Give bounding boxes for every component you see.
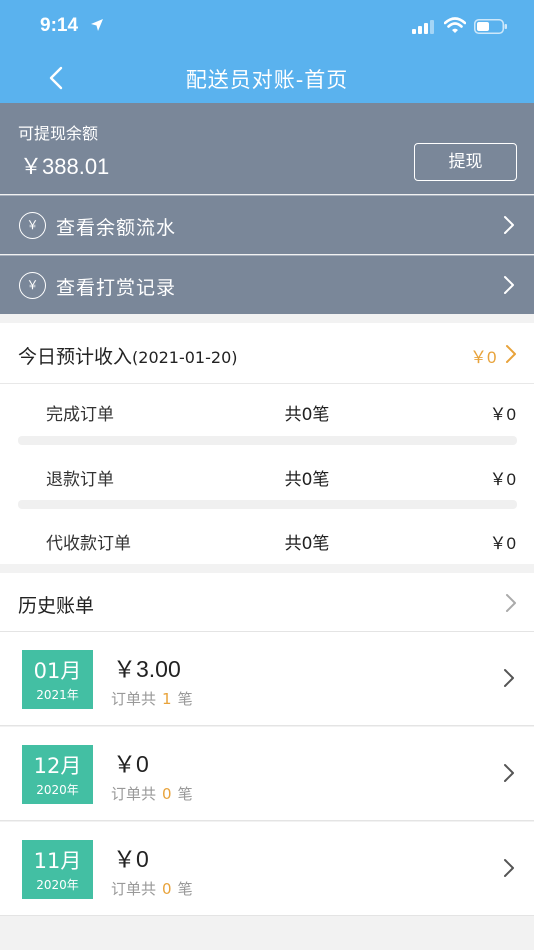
status-bar: 9:14 — [0, 0, 534, 52]
tip-records-link[interactable]: ￥ 查看打赏记录 — [0, 255, 534, 314]
chevron-right-icon — [504, 859, 514, 877]
badge-year: 2020年 — [36, 878, 79, 892]
balance-amount: ￥388.01 — [20, 154, 110, 179]
nav-bar: 配送员对账-首页 — [0, 52, 534, 103]
row-count: 共0笔 — [284, 470, 330, 490]
completed-orders-row[interactable]: 完成订单 共0笔 ￥0 — [0, 384, 534, 436]
chevron-right-icon — [504, 669, 514, 687]
today-income-header[interactable]: 今日预计收入(2021-01-20) ￥0 — [0, 323, 534, 384]
yen-circle-icon: ￥ — [19, 272, 46, 299]
cellular-signal-icon — [412, 20, 434, 34]
badge-year: 2021年 — [36, 688, 79, 702]
bill-amount: ￥0 — [113, 846, 149, 872]
row-count: 共0笔 — [284, 534, 330, 554]
battery-icon — [474, 19, 507, 34]
month-badge: 12月 2020年 — [22, 745, 93, 804]
today-income-date: (2021-01-20) — [132, 348, 238, 367]
today-income-title: 今日预计收入(2021-01-20) — [18, 346, 238, 368]
chevron-right-icon — [504, 276, 514, 294]
bill-amount: ￥3.00 — [113, 656, 181, 682]
chevron-right-icon — [506, 345, 516, 363]
tip-records-label: 查看打赏记录 — [56, 277, 177, 299]
row-amount: ￥0 — [489, 470, 516, 489]
bill-item[interactable]: 12月 2020年 ￥0 订单共 0 笔 — [0, 727, 534, 821]
balance-panel: 可提现余额 ￥388.01 提现 — [0, 103, 534, 194]
refund-orders-row[interactable]: 退款订单 共0笔 ￥0 — [0, 449, 534, 501]
row-amount: ￥0 — [489, 405, 516, 424]
bill-order-count: 订单共 0 笔 — [111, 880, 193, 898]
badge-year: 2020年 — [36, 783, 79, 797]
month-badge: 01月 2021年 — [22, 650, 93, 709]
status-time: 9:14 — [40, 15, 79, 36]
divider — [18, 436, 517, 445]
balance-label: 可提现余额 — [18, 124, 99, 143]
yen-circle-icon: ￥ — [19, 212, 46, 239]
bill-item[interactable]: 11月 2020年 ￥0 订单共 0 笔 — [0, 822, 534, 916]
page-title: 配送员对账-首页 — [185, 68, 349, 92]
wifi-icon — [444, 17, 466, 33]
row-amount: ￥0 — [489, 534, 516, 553]
month-badge: 11月 2020年 — [22, 840, 93, 899]
bill-order-count: 订单共 0 笔 — [111, 785, 193, 803]
today-income-total: ￥0 — [470, 348, 497, 367]
today-income-card: 今日预计收入(2021-01-20) ￥0 完成订单 共0笔 ￥0 退款订单 共… — [0, 323, 534, 564]
badge-month: 01月 — [33, 659, 82, 683]
balance-flow-label: 查看余额流水 — [56, 217, 177, 239]
bill-amount: ￥0 — [113, 751, 149, 777]
location-arrow-icon — [91, 19, 103, 31]
badge-month: 11月 — [33, 849, 82, 873]
history-bills-title: 历史账单 — [18, 595, 95, 617]
cod-orders-row[interactable]: 代收款订单 共0笔 ￥0 — [0, 513, 534, 565]
balance-flow-link[interactable]: ￥ 查看余额流水 — [0, 195, 534, 254]
row-count: 共0笔 — [284, 405, 330, 425]
bill-order-count: 订单共 1 笔 — [111, 690, 193, 708]
bill-item[interactable]: 01月 2021年 ￥3.00 订单共 1 笔 — [0, 632, 534, 726]
chevron-right-icon — [506, 594, 516, 612]
withdraw-button[interactable]: 提现 — [414, 143, 517, 181]
chevron-right-icon — [504, 216, 514, 234]
history-bills-header[interactable]: 历史账单 — [0, 573, 534, 632]
badge-month: 12月 — [33, 754, 82, 778]
divider — [18, 500, 517, 509]
chevron-right-icon — [504, 764, 514, 782]
